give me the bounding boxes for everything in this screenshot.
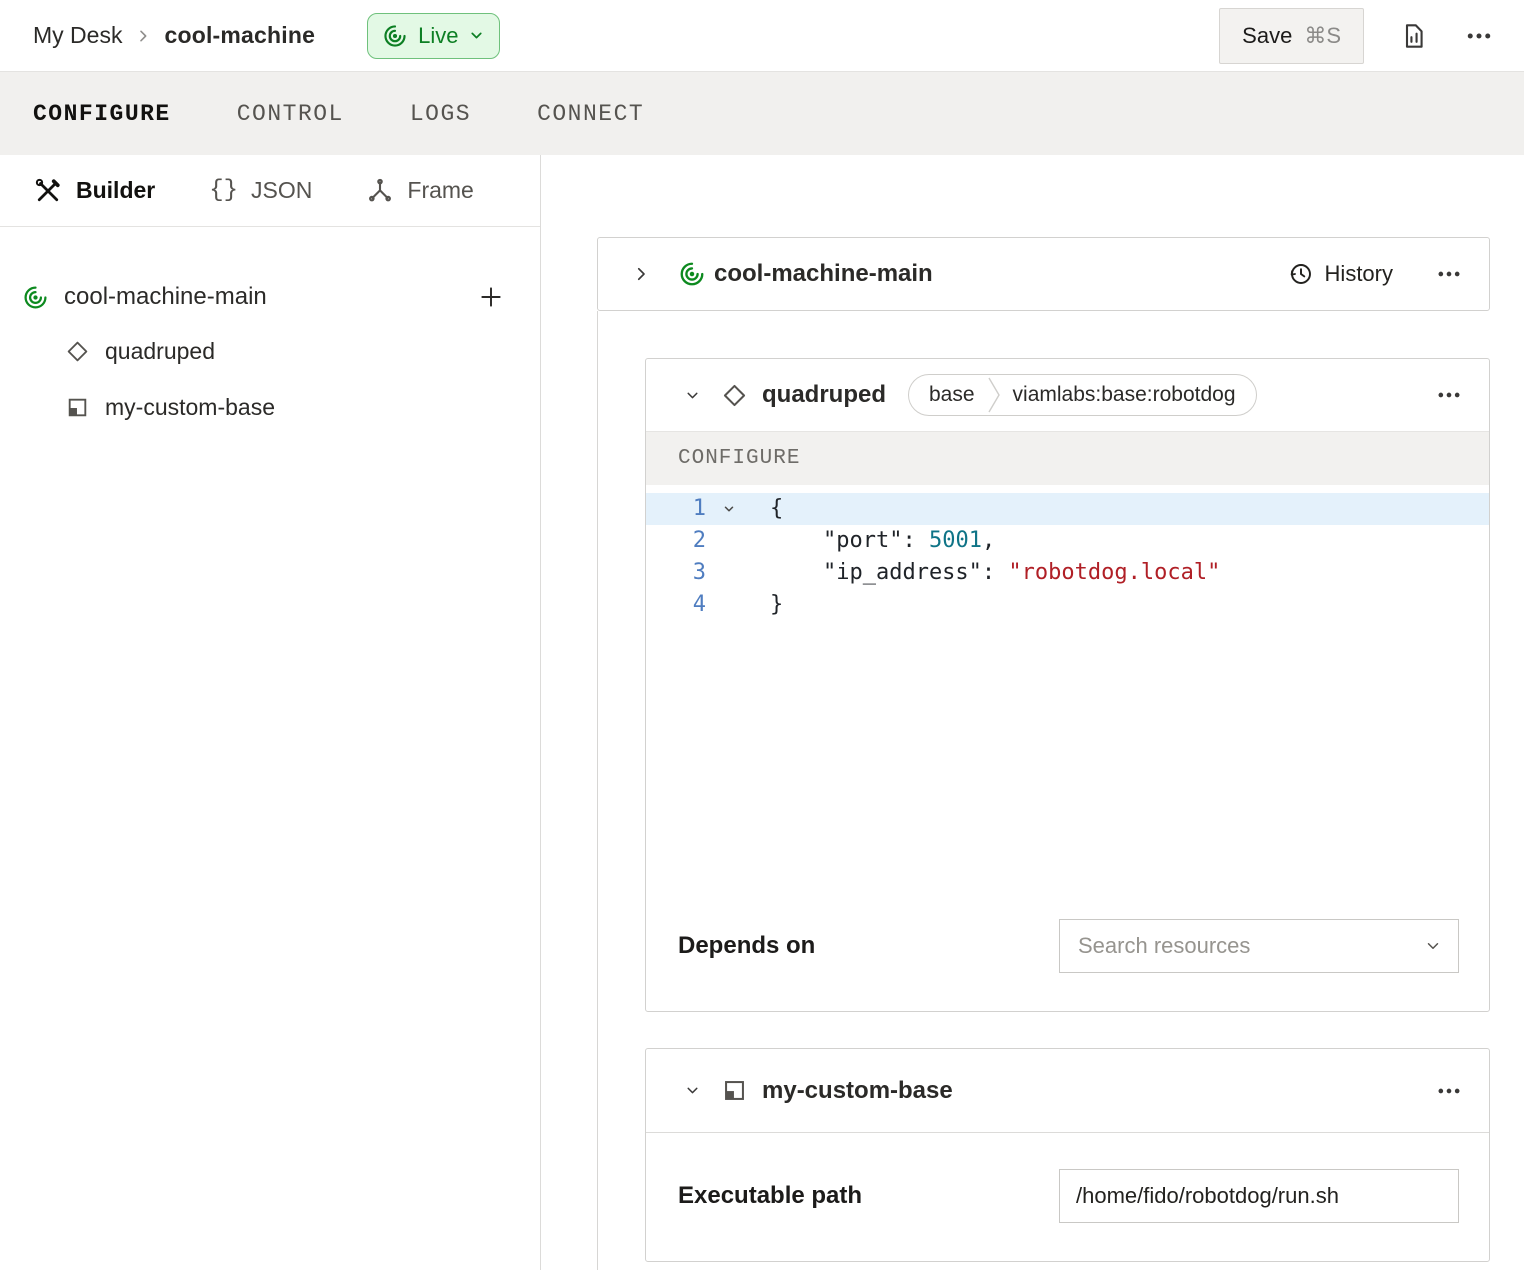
machine-more-menu-icon[interactable] xyxy=(1435,260,1463,288)
top-bar: My Desk cool-machine Live Save ⌘S xyxy=(0,0,1524,72)
module-icon xyxy=(721,1077,748,1104)
mode-json-label: JSON xyxy=(251,177,312,204)
module-icon xyxy=(65,395,90,420)
quadruped-more-menu-icon[interactable] xyxy=(1435,381,1463,409)
tab-configure[interactable]: CONFIGURE xyxy=(33,101,171,127)
machine-stats-icon[interactable] xyxy=(1400,22,1428,50)
tree-item-label: my-custom-base xyxy=(105,394,275,421)
mode-json[interactable]: {} JSON xyxy=(209,177,312,204)
base-diamond-icon xyxy=(65,339,90,364)
code-text: "ip_address": "robotdog.local" xyxy=(752,557,1220,589)
code-text: { xyxy=(752,493,783,525)
resource-type: base xyxy=(909,383,985,407)
line-number: 1 xyxy=(646,493,706,525)
quadruped-resource-card: quadruped base viamlabs:base:robotdog CO… xyxy=(645,358,1490,1012)
breadcrumb-current: cool-machine xyxy=(164,22,315,49)
mode-builder-label: Builder xyxy=(76,177,155,204)
mode-frame-label: Frame xyxy=(407,177,473,204)
base-diamond-icon xyxy=(721,382,748,409)
frame-axes-icon xyxy=(366,177,394,205)
configure-sidebar: Builder {} JSON Frame xyxy=(0,155,541,1270)
executable-path-label: Executable path xyxy=(678,1182,862,1210)
custom-base-card: my-custom-base Executable path /home/fid… xyxy=(645,1048,1490,1262)
resource-type-model-pill: base viamlabs:base:robotdog xyxy=(908,374,1257,416)
save-button[interactable]: Save ⌘S xyxy=(1219,8,1364,64)
code-line: 4 } xyxy=(646,589,1489,621)
history-button[interactable]: History xyxy=(1288,261,1393,287)
fold-gutter-spacer xyxy=(706,557,752,589)
attributes-code-editor[interactable]: 1 { 2 "port": 5001, 3 "ip_address": "rob… xyxy=(646,485,1489,905)
save-label: Save xyxy=(1242,23,1292,49)
resource-title: my-custom-base xyxy=(762,1077,953,1105)
live-label: Live xyxy=(418,23,458,49)
tree-root-label[interactable]: cool-machine-main xyxy=(64,283,267,311)
machine-part-title: cool-machine-main xyxy=(714,260,933,288)
tree-connector-line xyxy=(597,311,598,1270)
code-fold-chevron-icon[interactable] xyxy=(706,493,752,525)
executable-path-input[interactable]: /home/fido/robotdog/run.sh xyxy=(1059,1169,1459,1223)
tab-logs[interactable]: LOGS xyxy=(410,101,471,127)
tree-item-label: quadruped xyxy=(105,338,215,365)
chevron-down-icon xyxy=(1424,937,1442,955)
builder-tools-icon xyxy=(33,176,63,206)
mode-frame[interactable]: Frame xyxy=(366,177,473,205)
line-number: 4 xyxy=(646,589,706,621)
custom-base-card-header: my-custom-base xyxy=(646,1049,1489,1133)
code-text: } xyxy=(752,589,783,621)
line-number: 2 xyxy=(646,525,706,557)
history-label: History xyxy=(1325,261,1393,287)
machine-online-icon xyxy=(678,260,706,288)
resource-title: quadruped xyxy=(762,381,886,409)
depends-on-row: Depends on Search resources xyxy=(646,905,1489,1011)
tab-control[interactable]: CONTROL xyxy=(237,101,344,127)
configure-main-panel: cool-machine-main History xyxy=(541,155,1524,1270)
resource-model: viamlabs:base:robotdog xyxy=(1003,383,1256,407)
custom-base-more-menu-icon[interactable] xyxy=(1435,1077,1463,1105)
breadcrumb-root-link[interactable]: My Desk xyxy=(33,22,122,49)
tree-root-row[interactable]: cool-machine-main xyxy=(22,271,504,323)
code-text: "port": 5001, xyxy=(752,525,995,557)
depends-on-select[interactable]: Search resources xyxy=(1059,919,1459,973)
add-component-icon[interactable] xyxy=(478,284,504,310)
code-line: 1 { xyxy=(646,493,1489,525)
configure-section-header: CONFIGURE xyxy=(646,431,1489,485)
json-braces-icon: {} xyxy=(209,177,238,204)
executable-path-row: Executable path /home/fido/robotdog/run.… xyxy=(646,1133,1489,1261)
line-number: 3 xyxy=(646,557,706,589)
breadcrumb: My Desk cool-machine xyxy=(33,22,315,49)
topbar-more-menu-icon[interactable] xyxy=(1464,21,1494,51)
code-line: 3 "ip_address": "robotdog.local" xyxy=(646,557,1489,589)
machine-part-card: cool-machine-main History xyxy=(597,237,1490,311)
machine-online-icon xyxy=(382,23,408,49)
tree-item-my-custom-base[interactable]: my-custom-base xyxy=(22,379,504,435)
chevron-down-icon xyxy=(468,27,485,44)
view-mode-switcher: Builder {} JSON Frame xyxy=(0,155,540,227)
tab-connect[interactable]: CONNECT xyxy=(537,101,644,127)
executable-path-value: /home/fido/robotdog/run.sh xyxy=(1076,1183,1339,1209)
machine-online-icon xyxy=(22,284,49,311)
breadcrumb-separator-icon xyxy=(135,28,151,44)
pill-separator-icon xyxy=(985,376,1003,414)
live-status-dropdown[interactable]: Live xyxy=(367,13,500,59)
code-line: 2 "port": 5001, xyxy=(646,525,1489,557)
depends-on-label: Depends on xyxy=(678,932,815,960)
resource-tree: cool-machine-main quadruped my-c xyxy=(0,227,540,435)
history-clock-icon xyxy=(1288,261,1314,287)
mode-builder[interactable]: Builder xyxy=(33,176,155,206)
fold-gutter-spacer xyxy=(706,525,752,557)
quadruped-card-header: quadruped base viamlabs:base:robotdog xyxy=(646,359,1489,431)
tree-item-quadruped[interactable]: quadruped xyxy=(22,323,504,379)
chevron-down-icon[interactable] xyxy=(684,1082,700,1099)
chevron-down-icon[interactable] xyxy=(684,387,700,404)
configure-section-label: CONFIGURE xyxy=(678,447,800,470)
machine-tab-bar: CONFIGURE CONTROL LOGS CONNECT xyxy=(0,72,1524,155)
fold-gutter-spacer xyxy=(706,589,752,621)
chevron-right-icon[interactable] xyxy=(632,265,650,283)
depends-on-placeholder: Search resources xyxy=(1078,933,1250,959)
save-shortcut: ⌘S xyxy=(1304,23,1341,49)
